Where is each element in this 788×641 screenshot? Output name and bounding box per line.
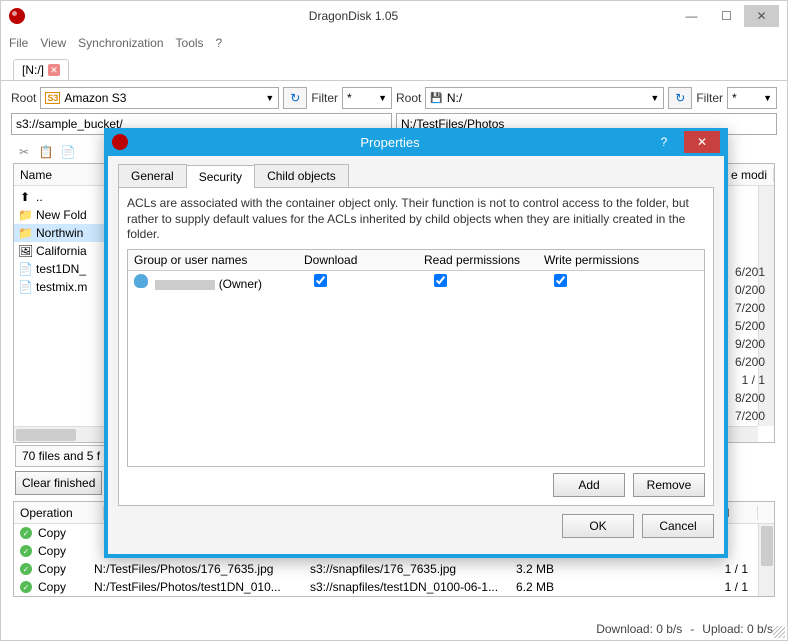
- paste-icon[interactable]: 📄: [59, 143, 77, 161]
- file-icon: 📄: [18, 262, 32, 276]
- dialog-close-button[interactable]: ✕: [684, 131, 720, 153]
- tab-drive[interactable]: [N:/] ✕: [13, 59, 69, 80]
- refresh-icon: ↻: [290, 91, 300, 105]
- help-button[interactable]: ?: [646, 131, 682, 153]
- user-icon: [134, 274, 148, 288]
- download-checkbox[interactable]: [314, 274, 327, 287]
- operation-row[interactable]: ✓CopyN:/TestFiles/Photos/176_7635.jpgs3:…: [14, 560, 774, 578]
- ok-button[interactable]: OK: [562, 514, 634, 538]
- acl-row-owner[interactable]: (Owner): [128, 271, 704, 294]
- acl-table: Group or user names Download Read permis…: [127, 249, 705, 467]
- operation-row[interactable]: ✓CopyN:/TestFiles/Photos/test1DN_010...s…: [14, 578, 774, 596]
- cut-icon[interactable]: ✂: [15, 143, 33, 161]
- col-write[interactable]: Write permissions: [538, 250, 658, 270]
- maximize-button[interactable]: ☐: [709, 5, 744, 27]
- success-icon: ✓: [20, 527, 32, 539]
- refresh-icon: ↻: [675, 91, 685, 105]
- date-cells: 6/2010/2007/2005/2009/2006/2001 / 18/200…: [735, 263, 765, 425]
- success-icon: ✓: [20, 545, 32, 557]
- file-icon: 📁: [18, 226, 32, 240]
- tab-general[interactable]: General: [118, 164, 187, 187]
- cancel-button[interactable]: Cancel: [642, 514, 714, 538]
- refresh-right-button[interactable]: ↻: [668, 87, 692, 109]
- dropdown-arrow-icon: ▼: [265, 93, 274, 103]
- redacted-name: [155, 280, 215, 290]
- acl-description: ACLs are associated with the container o…: [127, 196, 705, 243]
- dialog-title-bar: Properties ? ✕: [104, 128, 728, 156]
- root-select-right[interactable]: 💾 N:/ ▼: [425, 87, 664, 109]
- resize-grip[interactable]: [773, 626, 785, 638]
- file-icon: 📄: [18, 280, 32, 294]
- clear-finished-button[interactable]: Clear finished: [15, 471, 102, 495]
- tab-label: [N:/]: [22, 63, 44, 77]
- tab-strip: [N:/] ✕: [1, 55, 787, 81]
- dialog-tabs: General Security Child objects: [118, 164, 714, 187]
- owner-label: (Owner): [219, 277, 262, 291]
- scrollbar-v[interactable]: [758, 524, 774, 596]
- title-bar: DragonDisk 1.05 — ☐ ✕: [1, 1, 787, 31]
- properties-dialog: Properties ? ✕ General Security Child ob…: [104, 128, 728, 558]
- menu-view[interactable]: View: [40, 36, 66, 50]
- security-panel: ACLs are associated with the container o…: [118, 187, 714, 506]
- menu-help[interactable]: ?: [216, 36, 223, 50]
- tab-security[interactable]: Security: [186, 165, 255, 188]
- col-read[interactable]: Read permissions: [418, 250, 538, 270]
- refresh-left-button[interactable]: ↻: [283, 87, 307, 109]
- root-label-right: Root: [396, 91, 421, 105]
- upload-speed: Upload: 0 b/s: [702, 622, 773, 636]
- tab-child-objects[interactable]: Child objects: [254, 164, 349, 187]
- col-download[interactable]: Download: [298, 250, 418, 270]
- write-checkbox[interactable]: [554, 274, 567, 287]
- s3-icon: S3: [45, 92, 60, 104]
- root-label-left: Root: [11, 91, 36, 105]
- download-speed: Download: 0 b/s: [596, 622, 682, 636]
- file-icon: 📁: [18, 208, 32, 222]
- file-icon: 🖼: [18, 244, 32, 258]
- filter-label-left: Filter: [311, 91, 338, 105]
- filter-select-left[interactable]: *▼: [342, 87, 392, 109]
- filter-select-right[interactable]: *▼: [727, 87, 777, 109]
- drive-icon: 💾: [430, 93, 442, 104]
- remove-button[interactable]: Remove: [633, 473, 705, 497]
- dialog-title: Properties: [136, 135, 644, 150]
- add-button[interactable]: Add: [553, 473, 625, 497]
- tab-close-icon[interactable]: ✕: [48, 64, 60, 76]
- success-icon: ✓: [20, 581, 32, 593]
- file-count-status: 70 files and 5 f: [15, 445, 107, 467]
- app-icon: [112, 134, 128, 150]
- success-icon: ✓: [20, 563, 32, 575]
- menu-file[interactable]: File: [9, 36, 28, 50]
- app-icon: [9, 8, 25, 24]
- col-operation[interactable]: Operation: [14, 506, 104, 520]
- filter-label-right: Filter: [696, 91, 723, 105]
- copy-icon[interactable]: 📋: [37, 143, 55, 161]
- root-select-left[interactable]: S3 Amazon S3 ▼: [40, 87, 279, 109]
- file-icon: ⬆: [18, 190, 32, 204]
- col-date[interactable]: e modi: [725, 168, 774, 182]
- read-checkbox[interactable]: [434, 274, 447, 287]
- col-group-user[interactable]: Group or user names: [128, 250, 298, 270]
- close-button[interactable]: ✕: [744, 5, 779, 27]
- transfer-status: Download: 0 b/s - Upload: 0 b/s: [596, 622, 773, 636]
- menu-bar: File View Synchronization Tools ?: [1, 31, 787, 55]
- menu-tools[interactable]: Tools: [176, 36, 204, 50]
- window-title: DragonDisk 1.05: [33, 9, 674, 23]
- menu-sync[interactable]: Synchronization: [78, 36, 163, 50]
- minimize-button[interactable]: —: [674, 5, 709, 27]
